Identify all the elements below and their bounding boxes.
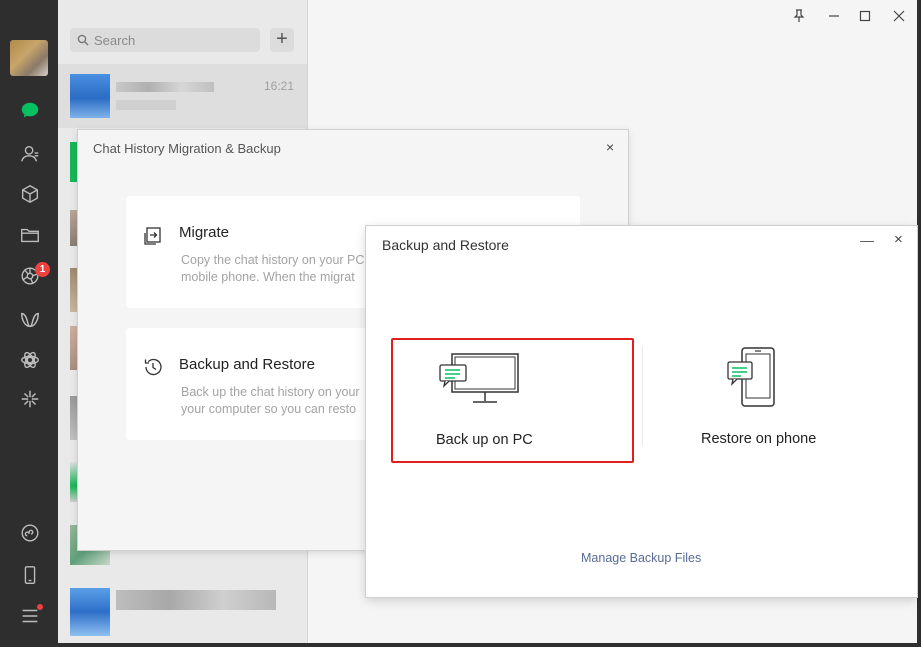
dialog-title: Chat History Migration & Backup [93,141,281,156]
files-icon[interactable] [17,222,43,248]
divider [642,346,643,446]
backup-restore-dialog: Backup and Restore — × Back up on PC Res… [366,226,917,597]
pc-backup-icon [439,353,519,403]
migrate-title: Migrate [179,224,230,241]
avatar[interactable] [10,40,48,76]
minimize-icon[interactable] [826,8,842,24]
backup-restore-description: Back up the chat history on your your co… [181,385,360,416]
manage-backup-files-link[interactable]: Manage Backup Files [581,551,701,565]
blurred-name [116,82,214,92]
minimize-button[interactable]: — [860,232,874,248]
list-item[interactable] [58,64,307,128]
phone-icon[interactable] [17,562,43,588]
maximize-icon[interactable] [857,8,873,24]
avatar [70,588,110,636]
left-rail: 1 [0,0,58,647]
restore-on-phone-label: Restore on phone [701,431,817,447]
search-discover-icon[interactable] [17,386,43,412]
backup-restore-title: Backup and Restore [179,356,315,373]
back-up-on-pc-button[interactable]: Back up on PC [391,338,634,463]
favorites-icon[interactable] [17,181,43,207]
blurred-name [116,590,276,610]
notification-badge: 1 [35,262,50,277]
migrate-icon [144,227,161,245]
contacts-icon[interactable] [17,141,43,167]
pin-icon[interactable] [791,8,807,24]
history-icon [144,358,162,376]
add-button[interactable]: + [270,28,294,52]
dialog-title: Backup and Restore [382,237,509,253]
back-up-on-pc-label: Back up on PC [436,432,533,448]
close-button[interactable]: × [894,231,903,248]
mini-programs-icon[interactable] [17,347,43,373]
close-button[interactable]: × [606,139,614,155]
menu-alert-dot [37,604,43,610]
search-icon [77,34,89,46]
search-box[interactable]: Search [70,28,260,52]
avatar [70,74,110,118]
channels-icon[interactable] [17,307,43,333]
phone-restore-icon [727,347,775,407]
chat-time: 16:21 [264,79,295,93]
miniprogram-icon[interactable] [17,520,43,546]
search-placeholder: Search [94,33,136,48]
close-icon[interactable] [891,8,907,24]
chat-icon[interactable] [17,98,43,124]
blurred-preview [116,100,176,110]
migrate-description: Copy the chat history on your PC mobile … [181,253,365,284]
